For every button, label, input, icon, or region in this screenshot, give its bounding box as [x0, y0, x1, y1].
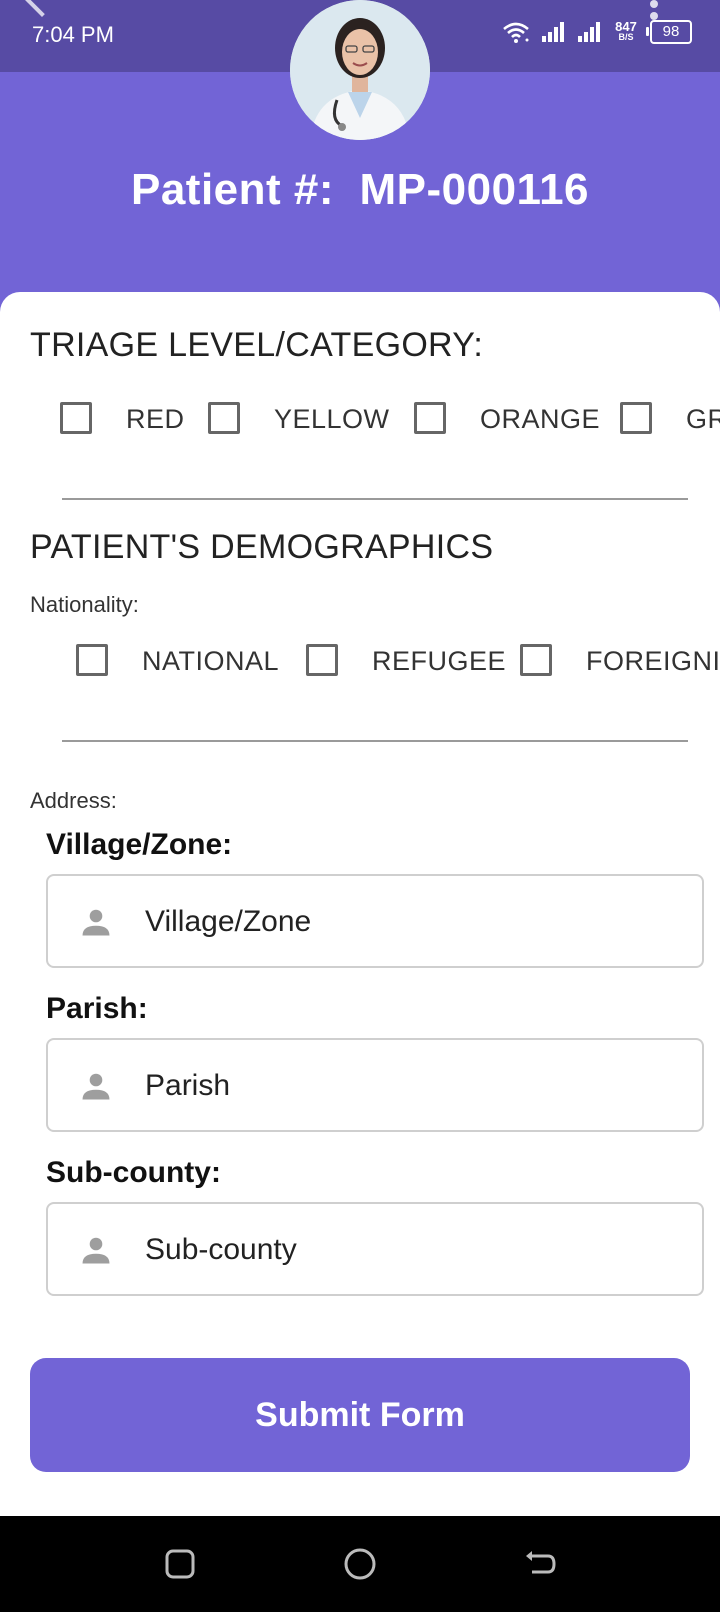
status-time: 7:04 PM: [32, 22, 114, 47]
option-label-orange: ORANGE: [480, 404, 601, 434]
triage-title: TRIAGE LEVEL/CATEGORY:: [30, 326, 484, 364]
demographics-title: PATIENT'S DEMOGRAPHICS: [30, 528, 494, 566]
parish-field[interactable]: [46, 1038, 704, 1132]
subcounty-label: Sub-county:: [46, 1156, 221, 1189]
option-label-national: NATIONAL: [142, 646, 280, 676]
person-icon: [82, 1237, 110, 1264]
back-icon[interactable]: [522, 1546, 558, 1582]
subcounty-field[interactable]: [46, 1202, 704, 1296]
checkbox-yellow[interactable]: [208, 402, 240, 434]
parish-label: Parish:: [46, 992, 148, 1025]
subcounty-input[interactable]: [143, 1224, 667, 1276]
parish-input[interactable]: [143, 1060, 667, 1112]
option-label-refugee: REFUGEE: [372, 646, 507, 676]
doctor-avatar: [290, 0, 430, 140]
home-icon[interactable]: [342, 1546, 378, 1582]
option-label-yellow: YELLOW: [274, 404, 390, 434]
triage-options: RED YELLOW ORANGE GR: [0, 396, 720, 440]
divider: [62, 740, 688, 742]
signal-icon: [542, 22, 564, 42]
checkbox-green[interactable]: [620, 402, 652, 434]
wifi-icon: [503, 22, 529, 43]
checkbox-national[interactable]: [76, 644, 108, 676]
nationality-label: Nationality:: [30, 592, 139, 617]
person-icon: [82, 909, 110, 936]
village-field[interactable]: [46, 874, 704, 968]
person-icon: [82, 1073, 110, 1100]
network-speed: 847 B/S: [615, 19, 637, 42]
submit-area: Submit Form: [0, 1296, 720, 1516]
submit-form-button[interactable]: Submit Form: [30, 1358, 690, 1472]
checkbox-orange[interactable]: [414, 402, 446, 434]
recent-apps-icon[interactable]: [162, 1546, 198, 1582]
nationality-options: NATIONAL REFUGEE FOREIGNI: [0, 638, 720, 682]
address-label: Address:: [30, 788, 117, 813]
village-input[interactable]: [143, 896, 667, 948]
back-arrow-icon[interactable]: [25, 0, 59, 17]
checkbox-red[interactable]: [60, 402, 92, 434]
divider: [62, 498, 688, 500]
system-nav-bar: [0, 1516, 720, 1612]
signal-icon-2: [578, 22, 600, 42]
option-label-green: GR: [686, 404, 720, 434]
checkbox-foreigner[interactable]: [520, 644, 552, 676]
option-label-red: RED: [126, 404, 185, 434]
village-label: Village/Zone:: [46, 828, 233, 861]
patient-number-title: Patient #: MP-000116: [130, 165, 590, 214]
form-card: TRIAGE LEVEL/CATEGORY: RED YELLOW ORANGE…: [0, 292, 720, 1312]
battery-icon: 98: [646, 20, 692, 44]
option-label-foreigner: FOREIGNI: [586, 646, 720, 676]
checkbox-refugee[interactable]: [306, 644, 338, 676]
